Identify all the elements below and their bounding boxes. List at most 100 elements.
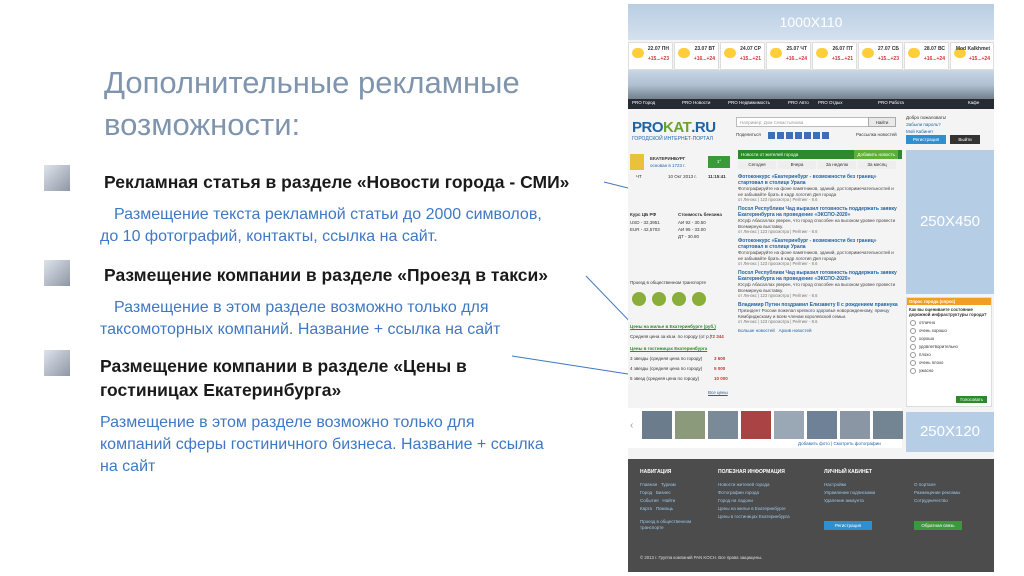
nav-link[interactable]: Кафе — [968, 100, 979, 105]
vote-button[interactable]: Голосовать — [956, 396, 987, 403]
ad-slot-250x120[interactable]: 250Х120 — [906, 412, 994, 452]
transport-icons[interactable] — [632, 292, 712, 307]
nav-link[interactable]: PRO Авто — [788, 100, 809, 105]
footer-register-button[interactable]: Регистрация — [824, 521, 872, 530]
footer-link[interactable]: Главная — [640, 482, 657, 487]
footer-link[interactable]: Город — [640, 490, 652, 495]
tab-yesterday[interactable]: Вчера — [778, 161, 816, 169]
poll-option[interactable]: ужасно — [907, 367, 991, 375]
add-photo-link[interactable]: Добавить фото — [798, 441, 830, 446]
photo-thumb[interactable] — [774, 411, 804, 439]
news-item[interactable]: Владимир Путин поздравил Елизавету II с … — [738, 302, 900, 324]
photo-thumb[interactable] — [642, 411, 672, 439]
metro-icon — [632, 292, 646, 306]
date: 10 Окт 2013 г. — [668, 174, 697, 179]
news-item[interactable]: Посол Республики Чад выразил готовность … — [738, 270, 900, 298]
forgot-link[interactable]: Забыли пароль? — [906, 121, 946, 128]
weather-day: 26.07 ПТ +15...+21 — [812, 42, 857, 70]
poll-option[interactable]: хорошо — [907, 335, 991, 343]
footer-link[interactable]: Цены в гостиницах Екатеринбурга — [718, 513, 790, 521]
nav-link[interactable]: PRO Город — [632, 100, 655, 105]
photo-thumb[interactable] — [840, 411, 870, 439]
nav-link[interactable]: PRO Отдых — [818, 100, 843, 105]
add-news-button[interactable]: Добавить новость — [854, 150, 898, 159]
news-item[interactable]: Фотоконкурс «Екатеринбург - возможности … — [738, 174, 900, 202]
news-item[interactable]: Фотоконкурс «Екатеринбург - возможности … — [738, 238, 900, 266]
logout-button[interactable]: Выйти — [950, 135, 980, 144]
poll-question: Как вы оцениваете состояние дорожной инф… — [909, 307, 987, 317]
footer-link[interactable]: Проезд в общественном транспорте — [640, 519, 710, 531]
poll-option[interactable]: удовлетворительно — [907, 343, 991, 351]
hotel-row-value: 5 000 — [714, 366, 726, 371]
footer-link[interactable]: Найти — [662, 498, 675, 503]
footer-link[interactable]: Туризм — [661, 482, 676, 487]
chevron-left-icon[interactable]: ‹ — [630, 420, 633, 431]
avg-price-value: 72 344 — [710, 334, 724, 339]
footer-info-title: ПОЛЕЗНАЯ ИНФОРМАЦИЯ — [718, 469, 785, 475]
ad-slot-250x450[interactable]: 250Х450 — [906, 150, 994, 294]
nav-link[interactable]: PRO Недвижимость — [728, 100, 770, 105]
footer-link[interactable]: Настройки — [824, 481, 875, 489]
site-logo[interactable]: PROKAT.RU — [632, 119, 716, 136]
footer-link[interactable]: Удаление аккаунта — [824, 497, 875, 505]
poll-option[interactable]: очень хорошо — [907, 327, 991, 335]
hotel-prices-link[interactable]: Цены в гостиницах Екатеринбурга — [630, 346, 707, 351]
footer-link[interactable]: События — [640, 498, 659, 503]
poll-option[interactable]: очень плохо — [907, 359, 991, 367]
hotel-row-value: 3 600 — [714, 356, 726, 361]
news-archive-link[interactable]: Архив новостей — [779, 328, 812, 333]
tab-week[interactable]: За неделю — [818, 161, 856, 169]
more-news-link[interactable]: Больше новостей — [738, 328, 775, 333]
sun-icon — [862, 48, 874, 58]
footer-link[interactable]: Карта — [640, 506, 652, 511]
clock: 11:15:41 — [708, 174, 726, 179]
share-button[interactable]: Поделиться — [736, 132, 761, 137]
logo-subtitle: ГОРОДСКОЙ ИНТЕРНЕТ-ПОРТАЛ — [632, 136, 713, 142]
social-icons[interactable] — [768, 132, 831, 141]
sun-icon — [632, 48, 644, 58]
weather-day: 23.07 ВТ +16...+24 — [674, 42, 719, 70]
day-of-week: ЧТ — [636, 174, 642, 179]
footer-link[interactable]: Новости жителей города — [718, 481, 790, 489]
trolleybus-icon — [672, 292, 686, 306]
feedback-button[interactable]: Обратная связь — [914, 521, 962, 530]
nav-link[interactable]: PRO Новости — [682, 100, 710, 105]
rss-link[interactable]: Рассылка новостей — [856, 132, 897, 137]
register-button[interactable]: Регистрация — [906, 135, 946, 144]
housing-prices-link[interactable]: Цены на жилье в Екатеринбурге (руб.) — [630, 324, 716, 329]
photo-thumb[interactable] — [741, 411, 771, 439]
news-item[interactable]: Посол Республики Чад выразил готовность … — [738, 206, 900, 234]
search-button[interactable]: Найти — [868, 117, 896, 127]
nav-link[interactable]: PRO Работа — [878, 100, 904, 105]
bus-icon — [692, 292, 706, 306]
footer-link[interactable]: Сотрудничество — [914, 497, 960, 505]
footer-link[interactable]: Помощь — [656, 506, 673, 511]
rate-eur: EUR - 42,5703 — [630, 227, 660, 232]
poll-option[interactable]: плохо — [907, 351, 991, 359]
footer-cabinet-title: ЛИЧНЫЙ КАБИНЕТ — [824, 469, 872, 475]
tab-today[interactable]: Сегодня — [738, 161, 776, 169]
poll-widget: Опрос города (опрос) Как вы оцениваете с… — [906, 297, 992, 407]
poll-option[interactable]: отлично — [907, 319, 991, 327]
all-prices-link[interactable]: Все цены — [708, 390, 728, 395]
sun-icon — [770, 48, 782, 58]
photo-thumb[interactable] — [873, 411, 903, 439]
cabinet-link[interactable]: Мой Кабинет — [906, 128, 946, 135]
news-header: Новости от жителей города Добавить новост… — [738, 150, 902, 159]
photo-thumb[interactable] — [675, 411, 705, 439]
footer-link[interactable]: Размещение рекламы — [914, 489, 960, 497]
photo-thumb[interactable] — [807, 411, 837, 439]
photo-thumb[interactable] — [708, 411, 738, 439]
weather-day: 22.07 ПН +15...+23 — [628, 42, 673, 70]
weather-day: 28.07 ВС +16...+24 — [904, 42, 949, 70]
footer-link[interactable]: Управление подписками — [824, 489, 875, 497]
news-list: Фотоконкурс «Екатеринбург - возможности … — [738, 174, 900, 333]
footer-link[interactable]: Фотографии города — [718, 489, 790, 497]
footer-link[interactable]: Бизнес — [656, 490, 671, 495]
top-banner-ad[interactable]: 1000Х110 — [628, 4, 994, 40]
footer-link[interactable]: Город на ладони — [718, 497, 790, 505]
tab-month[interactable]: За месяц — [858, 161, 896, 169]
footer-link[interactable]: Цены на жилье в Екатеринбурге — [718, 505, 790, 513]
view-photos-link[interactable]: Смотреть фотографии — [833, 441, 880, 446]
footer-link[interactable]: О портале — [914, 481, 960, 489]
